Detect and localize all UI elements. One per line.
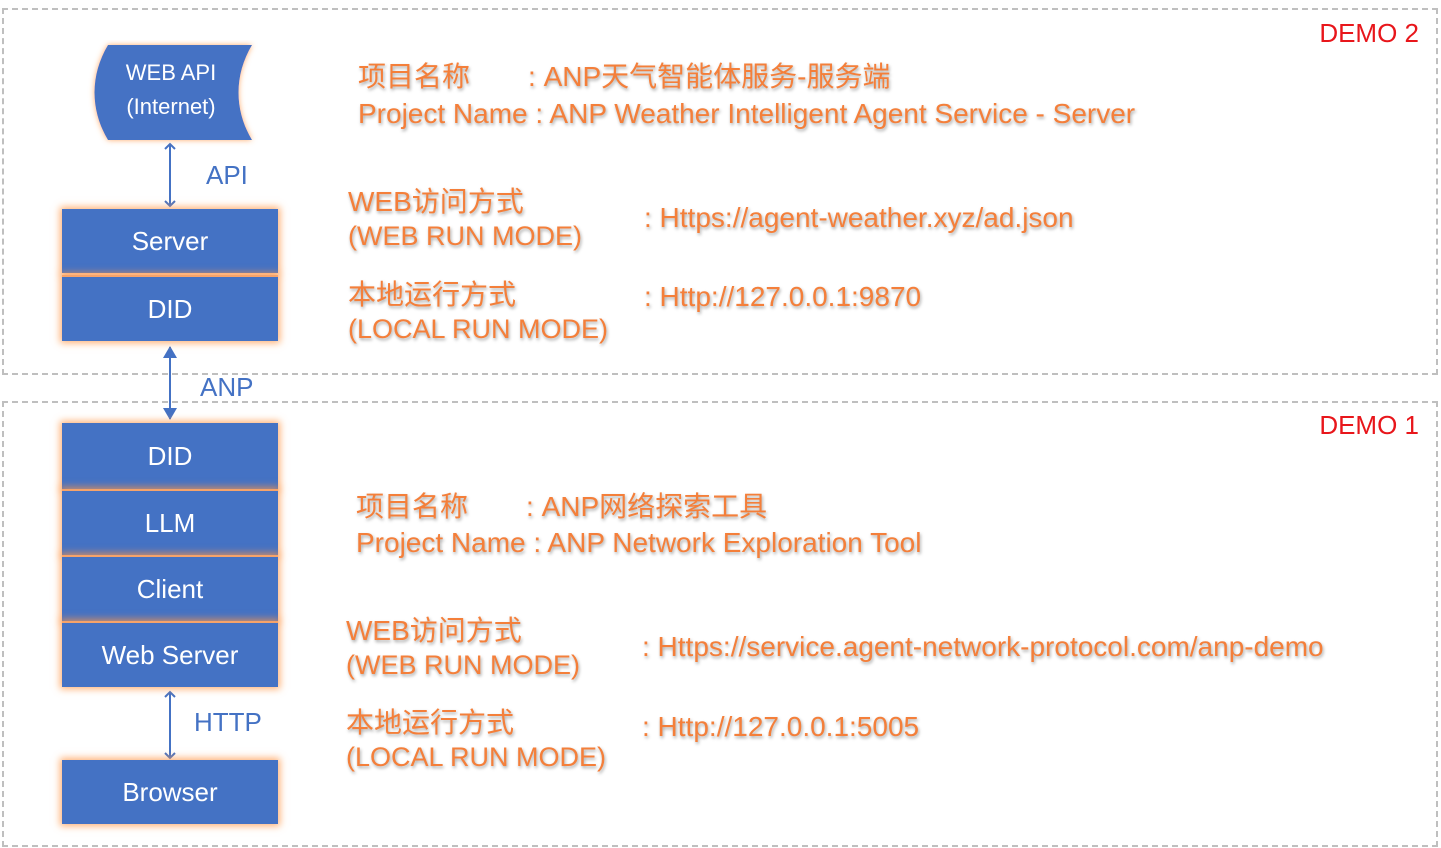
llm-block: LLM	[62, 489, 278, 555]
anp-label: ANP	[200, 372, 254, 402]
demo2-project-name-en-value: : ANP Weather Intelligent Agent Service …	[535, 98, 1136, 129]
demo1-web-mode-value: : Https://service.agent-network-protocol…	[642, 631, 1324, 662]
api-label: API	[206, 160, 248, 190]
server-block: Server	[62, 209, 278, 273]
demo2-project-name-en: Project Name	[358, 98, 528, 129]
http-label: HTTP	[194, 707, 262, 737]
demo1-local-mode-cn: 本地运行方式	[346, 707, 515, 738]
demo1-local-mode-value: : Http://127.0.0.1:5005	[642, 711, 920, 742]
demo1-project-name-cn-row: 项目名称 : ANP网络探索工具	[356, 485, 767, 525]
demo2-web-mode-en: (WEB RUN MODE)	[348, 221, 582, 251]
demo2-web-mode-cn: WEB访问方式	[348, 186, 524, 217]
web-api-label-line1: WEB API	[125, 60, 217, 85]
browser-block: Browser	[62, 760, 278, 824]
demo2-project-name-en-row: Project Name : ANP Weather Intelligent A…	[358, 98, 1135, 130]
demo2-project-name-cn-value: : ANP天气智能体服务-服务端	[528, 61, 891, 92]
demo2-project-name-cn: 项目名称	[358, 61, 471, 92]
demo1-project-name-en-row: Project Name : ANP Network Exploration T…	[356, 527, 921, 559]
demo2-local-mode-cn: 本地运行方式	[348, 279, 517, 310]
demo1-did-block: DID	[62, 423, 278, 489]
demo2-local-mode-value: : Http://127.0.0.1:9870	[644, 281, 922, 312]
demo1-project-name-cn: 项目名称	[356, 491, 469, 522]
demo2-did-block: DID	[62, 275, 278, 341]
demo2-web-mode-value: : Https://agent-weather.xyz/ad.json	[644, 202, 1074, 233]
client-block: Client	[62, 555, 278, 621]
demo1-web-mode-cn: WEB访问方式	[346, 615, 522, 646]
demo1-project-name-en: Project Name	[356, 527, 526, 558]
demo1-project-name-en-value: : ANP Network Exploration Tool	[533, 527, 922, 558]
demo1-local-mode-en: (LOCAL RUN MODE)	[346, 742, 607, 772]
web-api-label-line2: (Internet)	[126, 94, 216, 119]
demo2-local-mode-en: (LOCAL RUN MODE)	[348, 314, 609, 344]
demo2-project-name-cn-row: 项目名称 : ANP天气智能体服务-服务端	[358, 55, 890, 95]
web-server-block: Web Server	[62, 621, 278, 687]
demo1-web-mode-en: (WEB RUN MODE)	[346, 650, 580, 680]
demo1-project-name-cn-value: : ANP网络探索工具	[526, 491, 768, 522]
